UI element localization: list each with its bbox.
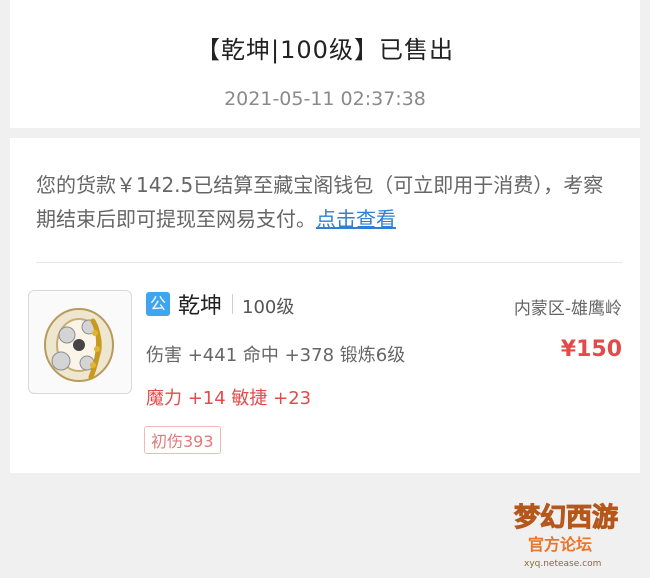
item-level: 100级 (242, 297, 295, 318)
page-title: 【乾坤|100级】已售出 (196, 36, 454, 64)
item-name[interactable]: 乾坤 (178, 288, 222, 320)
svg-text:xyq.netease.com: xyq.netease.com (524, 559, 601, 569)
view-details-link[interactable]: 点击查看 (316, 207, 396, 231)
divider (232, 294, 233, 314)
public-badge: 公 (146, 292, 170, 316)
item-price: ¥150 (560, 337, 622, 362)
ring-item-icon (44, 308, 114, 382)
divider (36, 262, 622, 263)
item-thumbnail[interactable] (28, 290, 132, 394)
sale-header-card: 【乾坤|100级】已售出 2021-05-11 02:37:38 (10, 0, 640, 128)
item-tag: 初伤393 (144, 426, 221, 454)
sale-timestamp: 2021-05-11 02:37:38 (224, 88, 426, 110)
item-bonus-attributes: 魔力 +14 敏捷 +23 (146, 388, 312, 409)
sale-detail-card: 您的货款￥142.5已结算至藏宝阁钱包（可立即用于消费），考察期结束后即可提现至… (10, 138, 640, 473)
forum-logo-watermark: 梦幻西游 官方论坛 xyq.netease.com (510, 492, 638, 570)
item-attributes: 伤害 +441 命中 +378 锻炼6级 (146, 345, 406, 366)
svg-text:官方论坛: 官方论坛 (528, 535, 592, 554)
server-name: 内蒙区-雄鹰岭 (513, 299, 622, 319)
svg-text:梦幻西游: 梦幻西游 (514, 503, 618, 533)
forum-logo-icon: 梦幻西游 官方论坛 xyq.netease.com (514, 503, 619, 570)
settlement-notice: 您的货款￥142.5已结算至藏宝阁钱包（可立即用于消费），考察期结束后即可提现至… (36, 168, 616, 236)
